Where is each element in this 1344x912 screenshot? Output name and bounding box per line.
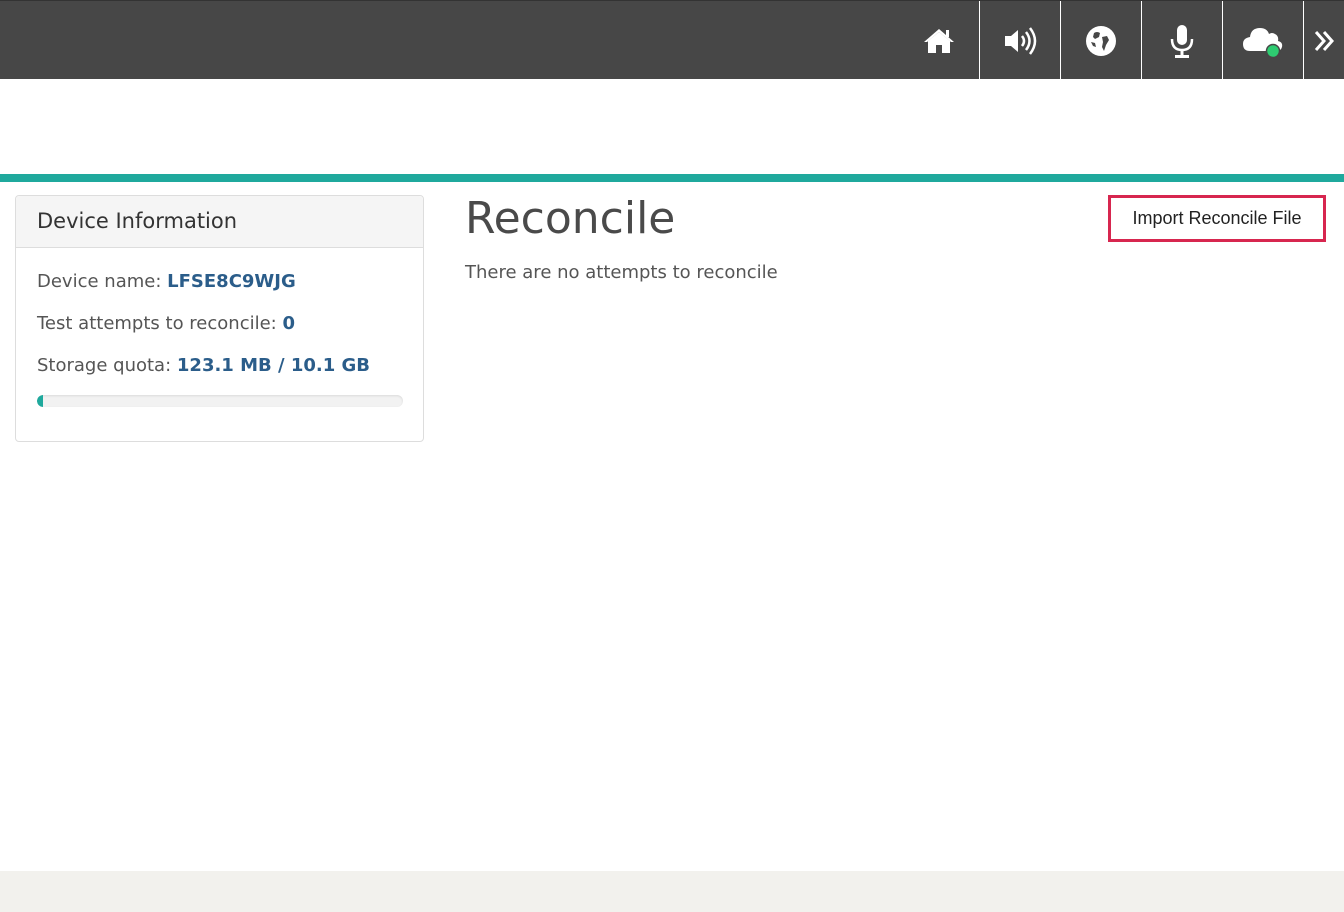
page-title: Reconcile (465, 193, 676, 244)
attempts-value: 0 (282, 313, 295, 334)
globe-icon (1086, 25, 1116, 56)
device-name-value: LFSE8C9WJG (167, 271, 296, 292)
panel-title: Device Information (16, 196, 423, 248)
globe-button[interactable] (1060, 1, 1141, 80)
storage-row: Storage quota: 123.1 MB / 10.1 GB (37, 355, 370, 376)
double-chevron-right-icon (1314, 30, 1335, 51)
home-icon (923, 28, 954, 53)
device-name-label: Device name: (37, 271, 162, 292)
volume-icon (1005, 26, 1037, 55)
more-button[interactable] (1303, 1, 1344, 80)
device-name-row: Device name: LFSE8C9WJG (37, 271, 296, 292)
home-button[interactable] (898, 1, 979, 80)
microphone-icon (1170, 24, 1194, 58)
cloud-icon (1243, 27, 1283, 58)
cloud-button[interactable] (1222, 1, 1303, 80)
device-information-panel: Device Information Device name: LFSE8C9W… (15, 195, 424, 442)
storage-progress-bar (37, 395, 403, 407)
microphone-button[interactable] (1141, 1, 1222, 80)
empty-message: There are no attempts to reconcile (465, 262, 778, 283)
import-reconcile-file-button[interactable]: Import Reconcile File (1108, 195, 1326, 242)
attempts-row: Test attempts to reconcile: 0 (37, 313, 295, 334)
attempts-label: Test attempts to reconcile: (37, 313, 277, 334)
accent-divider (0, 174, 1344, 182)
volume-button[interactable] (979, 1, 1060, 80)
storage-label: Storage quota: (37, 355, 172, 376)
footer (0, 871, 1344, 912)
storage-progress-fill (37, 395, 43, 407)
top-navbar (0, 0, 1344, 80)
storage-value: 123.1 MB / 10.1 GB (176, 355, 371, 376)
